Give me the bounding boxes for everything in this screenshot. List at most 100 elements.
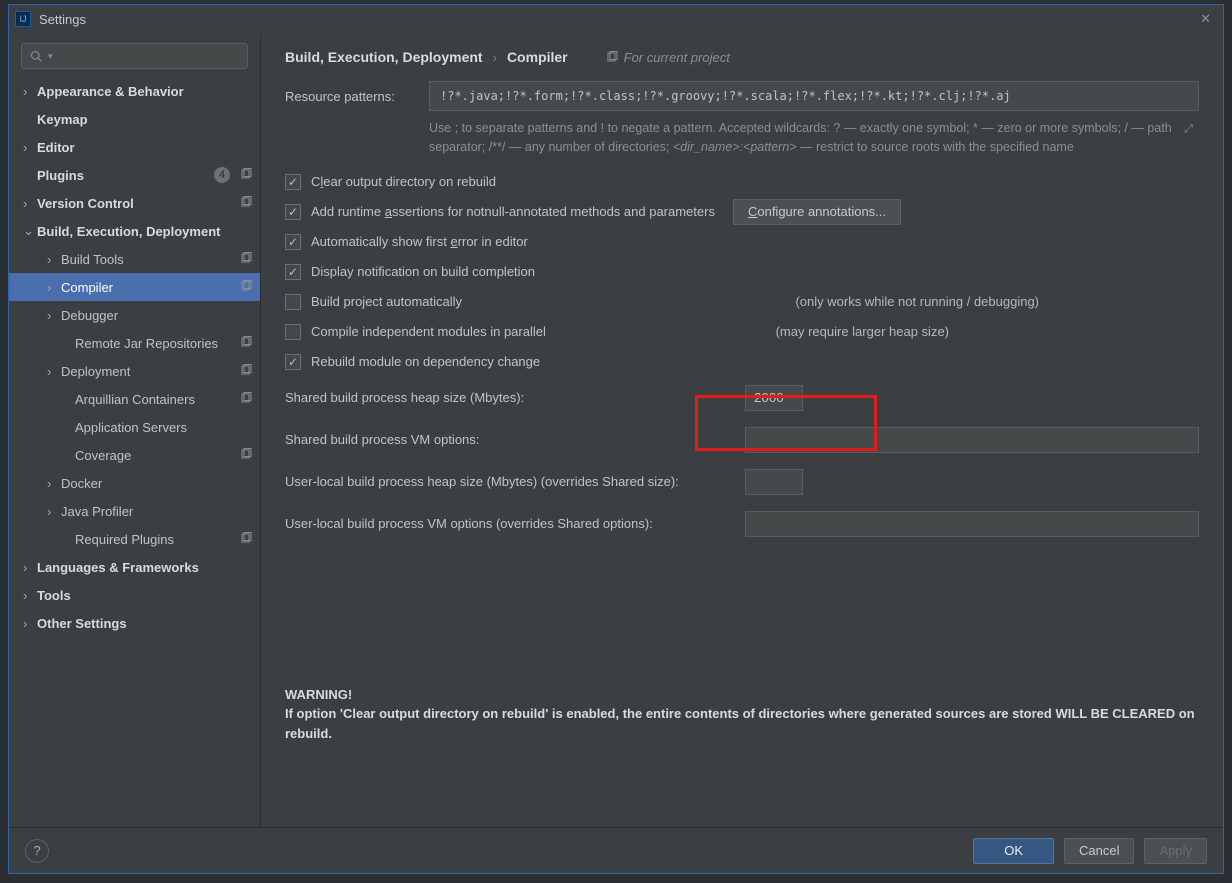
sidebar-item-editor[interactable]: ›Editor xyxy=(9,133,260,161)
sidebar-item-label: Keymap xyxy=(37,112,252,127)
clear-output-checkbox[interactable] xyxy=(285,174,301,190)
chevron-right-icon: › xyxy=(23,588,37,603)
sidebar-item-label: Languages & Frameworks xyxy=(37,560,252,575)
sidebar-item-debugger[interactable]: ›Debugger xyxy=(9,301,260,329)
sidebar-item-coverage[interactable]: Coverage xyxy=(9,441,260,469)
build-automatically-note: (only works while not running / debuggin… xyxy=(755,294,1039,309)
sidebar-item-label: Docker xyxy=(61,476,252,491)
shared-vm-input[interactable] xyxy=(745,427,1199,453)
sidebar-item-java-profiler[interactable]: ›Java Profiler xyxy=(9,497,260,525)
copy-icon xyxy=(236,168,252,183)
breadcrumb: Build, Execution, Deployment › Compiler … xyxy=(285,49,1199,65)
sidebar-item-build-tools[interactable]: ›Build Tools xyxy=(9,245,260,273)
compile-parallel-label: Compile independent modules in parallel xyxy=(311,324,546,339)
settings-window: IJ Settings ✕ ▾ ›Appearance & BehaviorKe… xyxy=(8,4,1224,874)
display-notification-label: Display notification on build completion xyxy=(311,264,535,279)
sidebar-item-build-execution-deployment[interactable]: ⌄Build, Execution, Deployment xyxy=(9,217,260,245)
sidebar-item-application-servers[interactable]: Application Servers xyxy=(9,413,260,441)
settings-tree: ›Appearance & BehaviorKeymap›EditorPlugi… xyxy=(9,77,260,637)
chevron-right-icon: › xyxy=(23,140,37,155)
sidebar-item-label: Deployment xyxy=(61,364,236,379)
sidebar-item-arquillian-containers[interactable]: Arquillian Containers xyxy=(9,385,260,413)
warning-block: WARNING! If option 'Clear output directo… xyxy=(285,685,1199,744)
user-heap-input[interactable] xyxy=(745,469,803,495)
user-vm-label: User-local build process VM options (ove… xyxy=(285,516,745,531)
sidebar-item-label: Java Profiler xyxy=(61,504,252,519)
chevron-right-icon: › xyxy=(23,84,37,99)
clear-output-label: Clear output directory on rebuild xyxy=(311,174,496,189)
sidebar-item-keymap[interactable]: Keymap xyxy=(9,105,260,133)
help-button[interactable]: ? xyxy=(25,839,49,863)
badge: 4 xyxy=(214,167,230,183)
sidebar-item-label: Required Plugins xyxy=(75,532,236,547)
resource-help-text: Use ; to separate patterns and ! to nega… xyxy=(429,119,1199,157)
runtime-assertions-checkbox[interactable] xyxy=(285,204,301,220)
copy-icon xyxy=(236,280,252,295)
sidebar-item-label: Build Tools xyxy=(61,252,236,267)
build-automatically-label: Build project automatically xyxy=(311,294,462,309)
search-icon xyxy=(30,50,42,62)
sidebar-item-docker[interactable]: ›Docker xyxy=(9,469,260,497)
sidebar-item-label: Compiler xyxy=(61,280,236,295)
breadcrumb-current: Compiler xyxy=(507,49,568,65)
sidebar-item-appearance-behavior[interactable]: ›Appearance & Behavior xyxy=(9,77,260,105)
sidebar-item-version-control[interactable]: ›Version Control xyxy=(9,189,260,217)
sidebar-item-label: Application Servers xyxy=(75,420,252,435)
chevron-right-icon: › xyxy=(23,560,37,575)
sidebar-item-deployment[interactable]: ›Deployment xyxy=(9,357,260,385)
display-notification-checkbox[interactable] xyxy=(285,264,301,280)
sidebar-item-label: Editor xyxy=(37,140,252,155)
sidebar-item-label: Other Settings xyxy=(37,616,252,631)
close-icon[interactable]: ✕ xyxy=(1194,11,1217,27)
user-vm-input[interactable] xyxy=(745,511,1199,537)
chevron-down-icon: ⌄ xyxy=(23,223,37,239)
shared-heap-input[interactable] xyxy=(745,385,803,411)
cancel-button[interactable]: Cancel xyxy=(1064,838,1134,864)
sidebar-item-remote-jar-repositories[interactable]: Remote Jar Repositories xyxy=(9,329,260,357)
user-heap-label: User-local build process heap size (Mbyt… xyxy=(285,474,745,489)
chevron-right-icon: › xyxy=(493,50,497,65)
expand-icon[interactable]: ⤢ xyxy=(1184,123,1193,136)
compile-parallel-checkbox[interactable] xyxy=(285,324,301,340)
app-icon: IJ xyxy=(15,11,31,27)
copy-icon xyxy=(236,532,252,547)
breadcrumb-parent[interactable]: Build, Execution, Deployment xyxy=(285,49,483,65)
configure-annotations-button[interactable]: Configure annotations... xyxy=(733,199,901,225)
sidebar-item-required-plugins[interactable]: Required Plugins xyxy=(9,525,260,553)
sidebar-item-other-settings[interactable]: ›Other Settings xyxy=(9,609,260,637)
sidebar-item-tools[interactable]: ›Tools xyxy=(9,581,260,609)
sidebar-item-label: Plugins xyxy=(37,168,214,183)
shared-heap-label: Shared build process heap size (Mbytes): xyxy=(285,390,745,405)
compile-parallel-note: (may require larger heap size) xyxy=(736,324,949,339)
sidebar-item-label: Debugger xyxy=(61,308,252,323)
chevron-right-icon: › xyxy=(47,280,61,295)
auto-show-error-checkbox[interactable] xyxy=(285,234,301,250)
resource-patterns-input[interactable] xyxy=(429,81,1199,111)
apply-button[interactable]: Apply xyxy=(1144,838,1207,864)
rebuild-dependency-label: Rebuild module on dependency change xyxy=(311,354,540,369)
chevron-right-icon: › xyxy=(47,364,61,379)
sidebar-item-label: Appearance & Behavior xyxy=(37,84,252,99)
sidebar-item-label: Arquillian Containers xyxy=(75,392,236,407)
sidebar-item-languages-frameworks[interactable]: ›Languages & Frameworks xyxy=(9,553,260,581)
copy-icon xyxy=(236,336,252,351)
chevron-right-icon: › xyxy=(23,196,37,211)
copy-icon xyxy=(236,448,252,463)
sidebar-item-compiler[interactable]: ›Compiler xyxy=(9,273,260,301)
runtime-assertions-label: Add runtime assertions for notnull-annot… xyxy=(311,204,715,219)
rebuild-dependency-checkbox[interactable] xyxy=(285,354,301,370)
chevron-right-icon: › xyxy=(47,476,61,491)
chevron-right-icon: › xyxy=(47,504,61,519)
sidebar-item-label: Version Control xyxy=(37,196,236,211)
sidebar-item-plugins[interactable]: Plugins4 xyxy=(9,161,260,189)
chevron-right-icon: › xyxy=(23,616,37,631)
copy-icon xyxy=(236,364,252,379)
warning-body: If option 'Clear output directory on reb… xyxy=(285,704,1199,743)
copy-icon xyxy=(236,392,252,407)
search-input[interactable]: ▾ xyxy=(21,43,248,69)
copy-icon xyxy=(236,196,252,211)
shared-vm-label: Shared build process VM options: xyxy=(285,432,745,447)
sidebar-item-label: Tools xyxy=(37,588,252,603)
build-automatically-checkbox[interactable] xyxy=(285,294,301,310)
ok-button[interactable]: OK xyxy=(973,838,1054,864)
